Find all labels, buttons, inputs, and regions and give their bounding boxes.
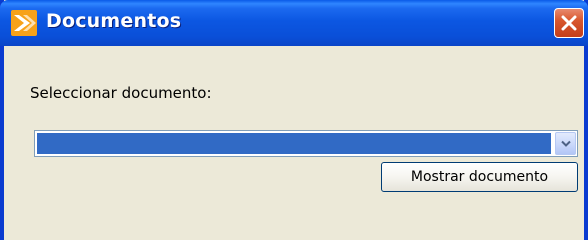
document-select-label: Seleccionar documento:	[30, 84, 212, 102]
title-bar[interactable]: Documentos	[0, 0, 588, 46]
chevron-down-icon	[561, 140, 571, 147]
close-button[interactable]	[554, 8, 584, 38]
window-title: Documentos	[46, 10, 182, 32]
show-document-button[interactable]: Mostrar documento	[381, 162, 578, 192]
document-select-value[interactable]	[37, 133, 551, 154]
close-icon	[561, 15, 577, 31]
dropdown-button[interactable]	[555, 132, 576, 155]
app-logo-icon	[10, 9, 38, 37]
document-select[interactable]	[34, 130, 578, 157]
dialog-window: Documentos Seleccionar documento: Mostra…	[0, 0, 588, 240]
